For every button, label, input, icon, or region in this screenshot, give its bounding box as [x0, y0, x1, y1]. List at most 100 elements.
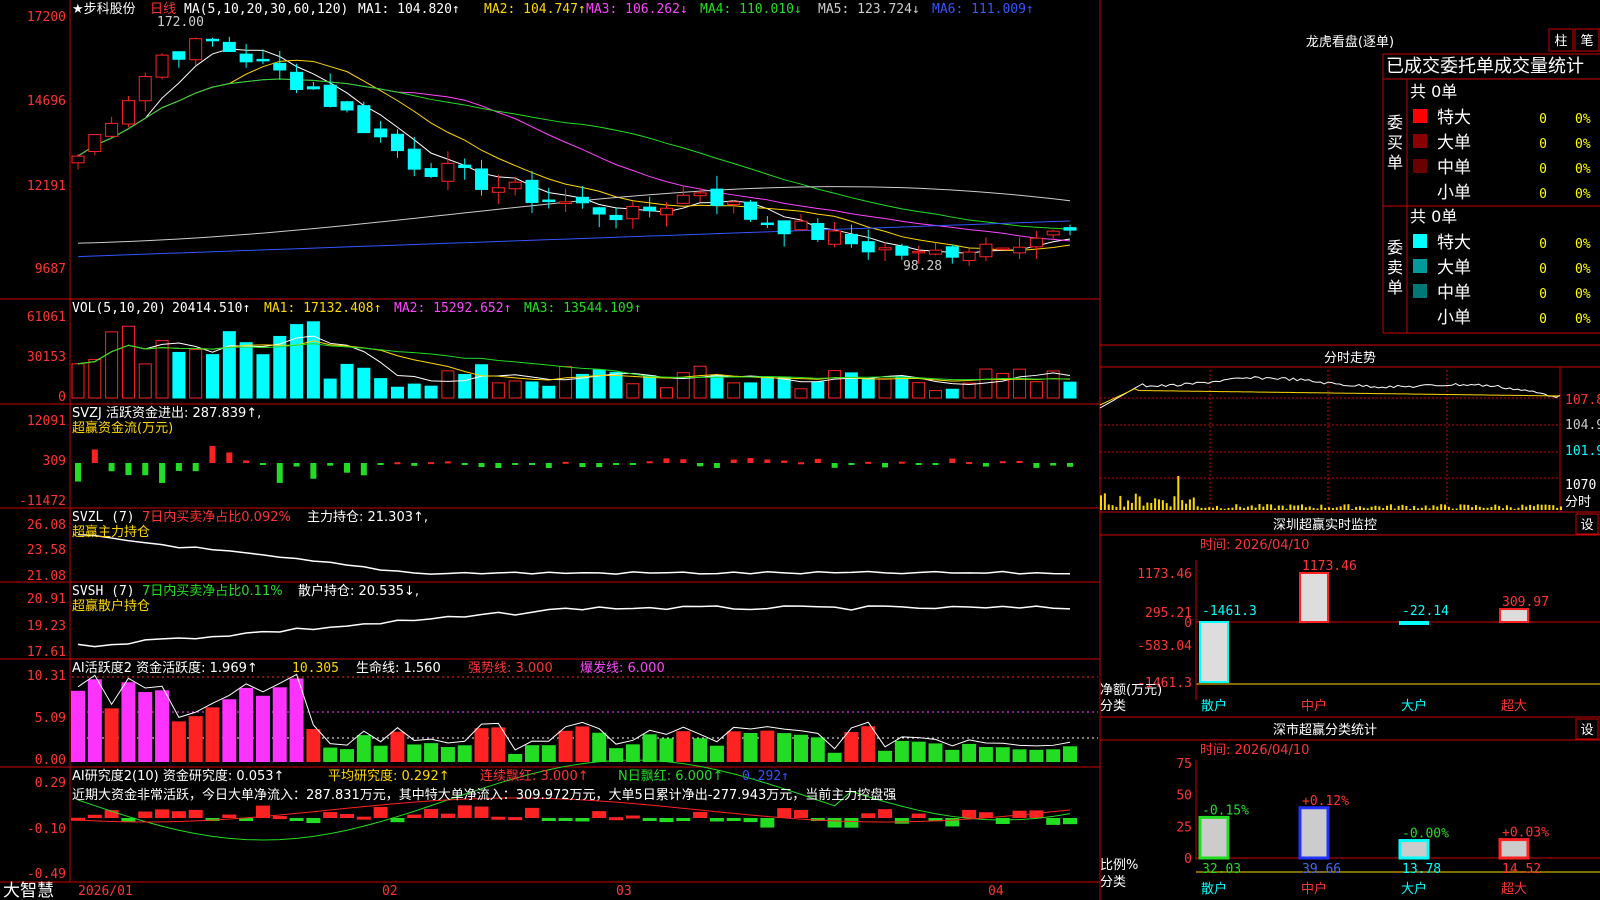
- flow-bar: [528, 463, 535, 465]
- intraday-vol-bar: [1420, 507, 1423, 510]
- szc-bar: [1298, 806, 1330, 860]
- flow-bar: [394, 462, 401, 465]
- sz-bar: [1199, 621, 1229, 683]
- svsh-axis-2: 17.61: [27, 645, 66, 660]
- volume-bar: [138, 363, 152, 399]
- activity-bar: [995, 747, 1010, 762]
- intraday-vol-bar: [1161, 500, 1164, 510]
- sz-bar: [1499, 608, 1529, 624]
- flow-bar: [781, 460, 788, 463]
- candle-body: [575, 196, 589, 204]
- intraday-vol-bar: [1301, 504, 1304, 510]
- research-bar: [861, 813, 876, 818]
- research-bar: [340, 814, 355, 818]
- retail-holding-line: [77, 605, 1071, 648]
- candle-body: [306, 86, 320, 90]
- intraday-vol-bar: [1119, 495, 1122, 510]
- intraday-vol-bar: [1467, 504, 1470, 510]
- sz-monitor-xlabel: 分类: [1100, 699, 1126, 714]
- flow-bar: [898, 461, 905, 464]
- lhb-bar-button-label[interactable]: 柱: [1554, 34, 1567, 49]
- intraday-price-line: [1099, 376, 1561, 409]
- activity-bar: [978, 746, 993, 762]
- activity-bar: [693, 738, 708, 762]
- candle-body: [138, 76, 152, 102]
- activity-bar: [894, 740, 909, 762]
- volume-bar: [693, 365, 707, 399]
- intraday-vol-bar: [1254, 507, 1257, 510]
- activity-bar: [793, 734, 808, 762]
- svzl-axis-1: 23.58: [27, 543, 66, 558]
- intraday-vol-bar: [1548, 504, 1551, 510]
- intraday-vol-bar: [1273, 508, 1276, 510]
- intraday-vol-bar: [1498, 505, 1501, 510]
- intraday-vol-bar: [1374, 505, 1377, 510]
- flow-bar: [1033, 463, 1040, 468]
- buy-row-label: 中单: [1437, 158, 1471, 178]
- candle-body: [239, 53, 253, 63]
- activity-bar: [457, 745, 472, 762]
- intraday-vol-bar: [1154, 498, 1157, 510]
- main-holding-line: [77, 533, 1071, 575]
- intraday-vol-bar: [1223, 508, 1226, 510]
- sell-row-pct: 0%: [1575, 312, 1591, 327]
- buy-row-value: 0: [1539, 137, 1547, 152]
- intraday-vol-bar: [1444, 504, 1447, 510]
- intraday-vol-bar: [1347, 504, 1350, 510]
- sz-class-settings-label[interactable]: 设: [1580, 723, 1593, 738]
- candle-body: [1013, 246, 1027, 254]
- intraday-vol-bar: [1130, 502, 1133, 510]
- research-bar: [709, 818, 724, 822]
- flow-bar: [814, 458, 821, 463]
- volume-bar: [71, 363, 85, 399]
- research-bar: [609, 817, 624, 821]
- ai-activity-panel: [71, 673, 1098, 762]
- intraday-vol-bar: [1509, 507, 1512, 510]
- sell-total: 共 0单: [1410, 207, 1457, 226]
- flow-bar: [91, 449, 98, 463]
- flow-bar: [377, 463, 384, 465]
- activity-bar: [272, 687, 287, 762]
- candle-body: [962, 251, 976, 262]
- candle-body: [273, 62, 287, 71]
- research-bar: [558, 818, 573, 821]
- intraday-vol-bar: [1173, 496, 1176, 510]
- intraday-vol-bar: [1529, 504, 1532, 510]
- activity-bar: [827, 752, 842, 762]
- vol-ma3: MA3: 13544.109↑: [524, 301, 641, 316]
- flow-bar: [209, 445, 216, 463]
- intraday-vol-bar: [1208, 507, 1211, 510]
- candle-body: [559, 201, 573, 205]
- research-bar: [188, 809, 203, 818]
- air-label-2: 连续飘红: 3.000↑: [480, 768, 589, 784]
- research-bar: [356, 816, 371, 820]
- intraday-vol-bar: [1339, 506, 1342, 510]
- intraday-vol-bar: [1362, 507, 1365, 510]
- volume-bar: [542, 385, 556, 399]
- flow-bar: [545, 463, 552, 468]
- szc-category-label: 超大: [1501, 882, 1527, 897]
- sz-monitor-settings-label[interactable]: 设: [1580, 518, 1593, 533]
- activity-bar: [306, 728, 321, 762]
- vol-value: 20414.510↑: [172, 301, 250, 316]
- candle-body: [441, 162, 455, 182]
- intraday-vol-bar: [1455, 508, 1458, 510]
- lhb-tick-button-label[interactable]: 笔: [1580, 33, 1593, 49]
- volume-bar: [424, 385, 438, 399]
- ma1-line: [77, 48, 1071, 254]
- volume-bar: [744, 382, 758, 399]
- szc-value-label: 13.78: [1402, 862, 1441, 877]
- szc-axis-tick: 75: [1176, 757, 1192, 772]
- volume-bar: [559, 365, 573, 399]
- activity-bar: [878, 750, 893, 762]
- intraday-vol-bar: [1386, 505, 1389, 510]
- szc-category-label: 大户: [1401, 881, 1427, 897]
- intraday-vol-bar: [1188, 499, 1191, 510]
- candle-body: [659, 207, 673, 216]
- intraday-vol-bar: [1277, 505, 1280, 510]
- intraday-vol-bar: [1293, 505, 1296, 510]
- candle-body: [1029, 237, 1043, 248]
- research-bar: [524, 807, 539, 818]
- intraday-vol-bar: [1324, 507, 1327, 510]
- intraday-vol-bar: [1258, 504, 1261, 510]
